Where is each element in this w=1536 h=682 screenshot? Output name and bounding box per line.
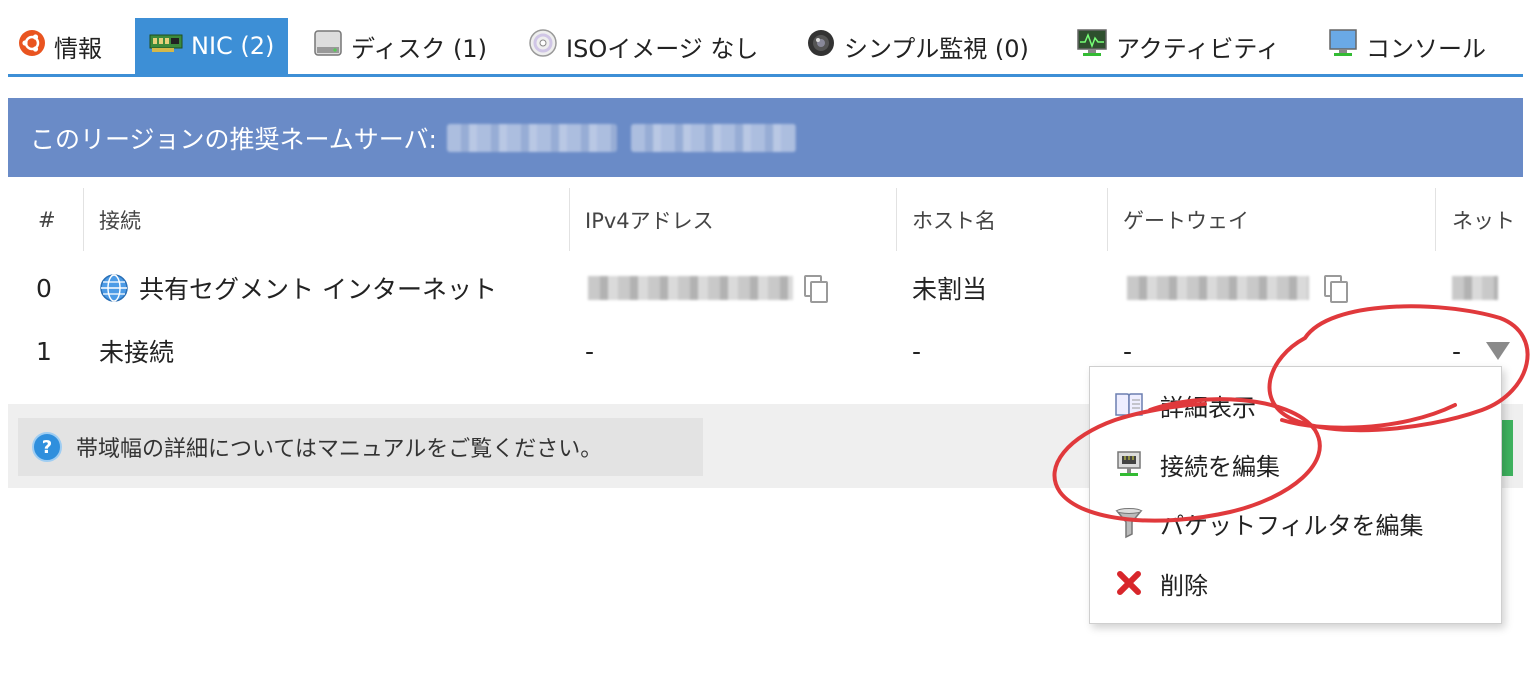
disk-icon [313,29,343,63]
menu-item-label: パケットフィルタを編集 [1160,511,1424,540]
row-menu-toggle-icon[interactable] [1486,342,1510,360]
redacted-net [1452,276,1498,300]
col-header-ipv4[interactable]: IPv4アドレス [585,190,714,250]
col-header-index: # [38,208,56,232]
col-separator [896,188,897,251]
tab-console[interactable]: コンソール [1328,18,1486,74]
globe-icon [99,273,129,303]
col-separator [1107,188,1108,251]
tab-label: NIC (2) [191,32,275,60]
tab-label: ディスク (1) [351,34,487,63]
tab-nic[interactable]: NIC (2) [135,18,289,74]
net-cell: - [1452,336,1462,366]
menu-item-edit-packet-filter[interactable]: パケットフィルタを編集 [1112,501,1424,545]
menu-item-label: 削除 [1160,571,1208,600]
col-separator [83,188,84,251]
help-icon: ? [32,432,62,462]
row-index: 1 [36,336,52,366]
col-separator [569,188,570,251]
banner-label: このリージョンの推奨ネームサーバ: [30,124,437,154]
menu-item-edit-connection[interactable]: 接続を編集 [1112,442,1280,486]
tab-info[interactable]: 情報 [18,18,102,74]
filter-icon [1112,507,1146,539]
tab-disk[interactable]: ディスク (1) [313,18,487,74]
redacted-nameserver [630,123,796,152]
nameserver-banner: このリージョンの推奨ネームサーバ: [8,98,1523,177]
host-cell: - [912,336,922,366]
menu-item-label: 詳細表示 [1160,393,1256,422]
col-header-host[interactable]: ホスト名 [912,190,996,250]
nic-card-icon [149,32,183,60]
console-icon [1328,28,1358,64]
redacted-nameserver [446,123,617,152]
add-button-edge[interactable] [1501,420,1513,476]
copy-icon[interactable] [1324,275,1348,303]
col-header-net[interactable]: ネット [1452,190,1515,250]
monitor-lens-icon [806,28,836,64]
row-context-menu: 詳細表示 接続を編集 パケットフィルタを編集 削除 [1089,366,1502,624]
connection-cell: 共有セグメント インターネット [99,268,497,308]
tab-bar: 情報 NIC (2) ディスク (1) ISOイメージ なし シンプル監視 (0… [8,18,1523,77]
help-text: 帯域幅の詳細についてはマニュアルをご覧ください。 [76,437,603,462]
connection-label: 未接続 [99,338,175,367]
gateway-cell: - [1123,336,1133,366]
activity-monitor-icon [1076,28,1108,64]
delete-x-icon [1112,569,1146,597]
tab-label: 情報 [54,34,102,63]
redacted-ipv4 [588,276,793,300]
menu-item-delete[interactable]: 削除 [1112,561,1208,605]
help-notice: ? 帯域幅の詳細についてはマニュアルをご覧ください。 [18,418,703,476]
ubuntu-icon [18,29,46,63]
copy-icon[interactable] [804,275,828,303]
tab-iso[interactable]: ISOイメージ なし [528,18,758,74]
connection-label: 共有セグメント インターネット [139,275,497,304]
menu-item-label: 接続を編集 [1160,452,1280,481]
tab-label: ISOイメージ なし [566,34,759,63]
network-edit-icon [1112,449,1146,479]
tab-label: コンソール [1366,34,1486,63]
ipv4-cell: - [585,336,595,366]
redacted-gateway [1127,276,1309,300]
row-index: 0 [36,273,52,303]
col-separator [1435,188,1436,251]
col-header-connection[interactable]: 接続 [99,190,141,250]
tab-activity[interactable]: アクティビティ [1076,18,1280,74]
tab-label: アクティビティ [1116,34,1280,63]
cd-icon [528,28,558,64]
menu-item-details[interactable]: 詳細表示 [1112,383,1256,427]
book-icon [1112,391,1146,419]
tab-label: シンプル監視 (0) [844,34,1029,63]
col-header-gateway[interactable]: ゲートウェイ [1123,190,1249,250]
tab-simple-monitor[interactable]: シンプル監視 (0) [806,18,1029,74]
host-cell: 未割当 [912,275,988,304]
